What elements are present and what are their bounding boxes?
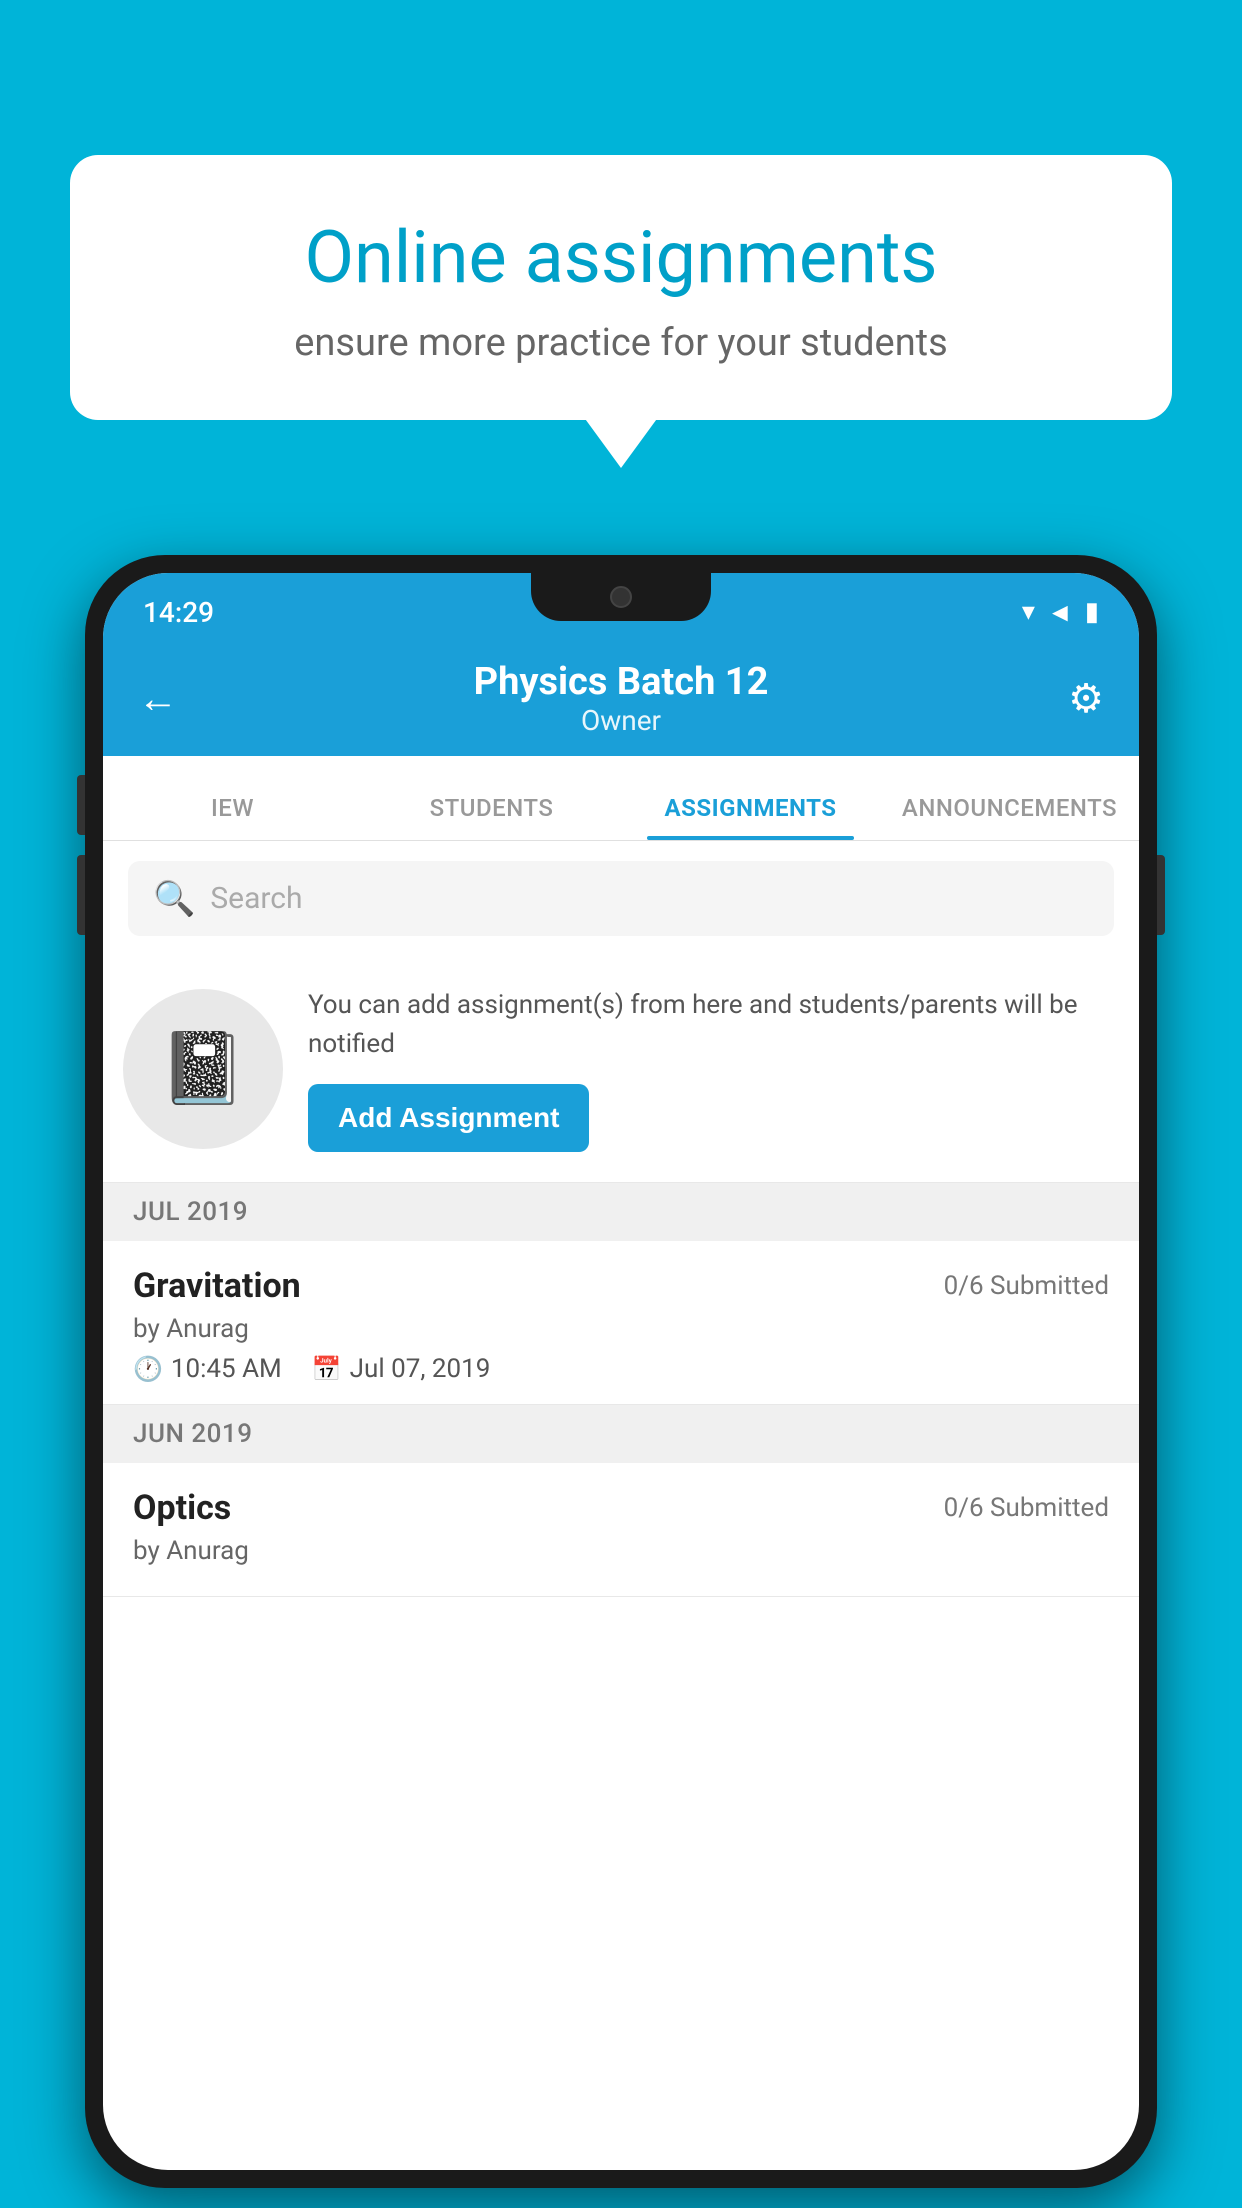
phone-notch bbox=[531, 573, 711, 621]
assignment-row1-optics: Optics 0/6 Submitted bbox=[133, 1488, 1109, 1528]
add-assignment-button[interactable]: Add Assignment bbox=[308, 1084, 589, 1152]
search-bar[interactable]: 🔍 Search bbox=[128, 861, 1114, 936]
assignment-status-optics: 0/6 Submitted bbox=[944, 1493, 1109, 1523]
tab-iew[interactable]: IEW bbox=[103, 794, 362, 840]
speech-bubble-area: Online assignments ensure more practice … bbox=[70, 155, 1172, 420]
assignment-item-gravitation[interactable]: Gravitation 0/6 Submitted by Anurag 🕐 10… bbox=[103, 1241, 1139, 1405]
assignment-status: 0/6 Submitted bbox=[944, 1271, 1109, 1301]
promo-text: You can add assignment(s) from here and … bbox=[308, 986, 1109, 1064]
assignment-author-optics: by Anurag bbox=[133, 1536, 1109, 1566]
status-icons: ▾ ◄ ▮ bbox=[1022, 597, 1099, 628]
clock-icon: 🕐 bbox=[133, 1355, 163, 1383]
assignment-item-optics[interactable]: Optics 0/6 Submitted by Anurag bbox=[103, 1463, 1139, 1597]
speech-bubble-title: Online assignments bbox=[150, 215, 1092, 301]
signal-icon: ◄ bbox=[1047, 597, 1073, 628]
section-header-jun: JUN 2019 bbox=[103, 1405, 1139, 1463]
notebook-icon: 📓 bbox=[159, 1028, 246, 1110]
phone-wrapper: 14:29 ▾ ◄ ▮ ← Physics Batch 12 Owner ⚙ bbox=[85, 555, 1157, 2188]
search-input-placeholder[interactable]: Search bbox=[210, 881, 302, 916]
assignment-date: 📅 Jul 07, 2019 bbox=[312, 1354, 491, 1384]
search-icon: 🔍 bbox=[153, 879, 195, 919]
section-header-jul: JUL 2019 bbox=[103, 1183, 1139, 1241]
tab-announcements[interactable]: ANNOUNCEMENTS bbox=[880, 794, 1139, 840]
speech-bubble: Online assignments ensure more practice … bbox=[70, 155, 1172, 420]
phone-screen: 14:29 ▾ ◄ ▮ ← Physics Batch 12 Owner ⚙ bbox=[103, 573, 1139, 2170]
assignment-author: by Anurag bbox=[133, 1314, 1109, 1344]
speech-bubble-subtitle: ensure more practice for your students bbox=[150, 321, 1092, 365]
header-subtitle: Owner bbox=[198, 704, 1044, 737]
settings-button[interactable]: ⚙ bbox=[1044, 675, 1104, 722]
promo-box: 📓 You can add assignment(s) from here an… bbox=[103, 956, 1139, 1183]
assignment-name-optics: Optics bbox=[133, 1488, 231, 1528]
header-title: Physics Batch 12 bbox=[198, 660, 1044, 704]
assignment-name: Gravitation bbox=[133, 1266, 301, 1306]
wifi-icon: ▾ bbox=[1022, 597, 1035, 627]
back-button[interactable]: ← bbox=[138, 675, 198, 722]
phone-outer: 14:29 ▾ ◄ ▮ ← Physics Batch 12 Owner ⚙ bbox=[85, 555, 1157, 2188]
promo-content: You can add assignment(s) from here and … bbox=[308, 986, 1109, 1152]
calendar-icon: 📅 bbox=[312, 1355, 342, 1383]
battery-icon: ▮ bbox=[1085, 597, 1099, 627]
header-center: Physics Batch 12 Owner bbox=[198, 660, 1044, 737]
search-container: 🔍 Search bbox=[103, 841, 1139, 956]
volume-up-button bbox=[77, 775, 85, 835]
tab-students[interactable]: STUDENTS bbox=[362, 794, 621, 840]
assignment-row3: 🕐 10:45 AM 📅 Jul 07, 2019 bbox=[133, 1354, 1109, 1384]
app-header: ← Physics Batch 12 Owner ⚙ bbox=[103, 641, 1139, 756]
assignment-row1: Gravitation 0/6 Submitted bbox=[133, 1266, 1109, 1306]
power-button bbox=[1157, 855, 1165, 935]
tab-assignments[interactable]: ASSIGNMENTS bbox=[621, 794, 880, 840]
assignment-time: 🕐 10:45 AM bbox=[133, 1354, 282, 1384]
front-camera bbox=[610, 586, 632, 608]
tab-bar: IEW STUDENTS ASSIGNMENTS ANNOUNCEMENTS bbox=[103, 756, 1139, 841]
volume-down-button bbox=[77, 855, 85, 935]
status-time: 14:29 bbox=[143, 596, 214, 629]
promo-icon-circle: 📓 bbox=[123, 989, 283, 1149]
